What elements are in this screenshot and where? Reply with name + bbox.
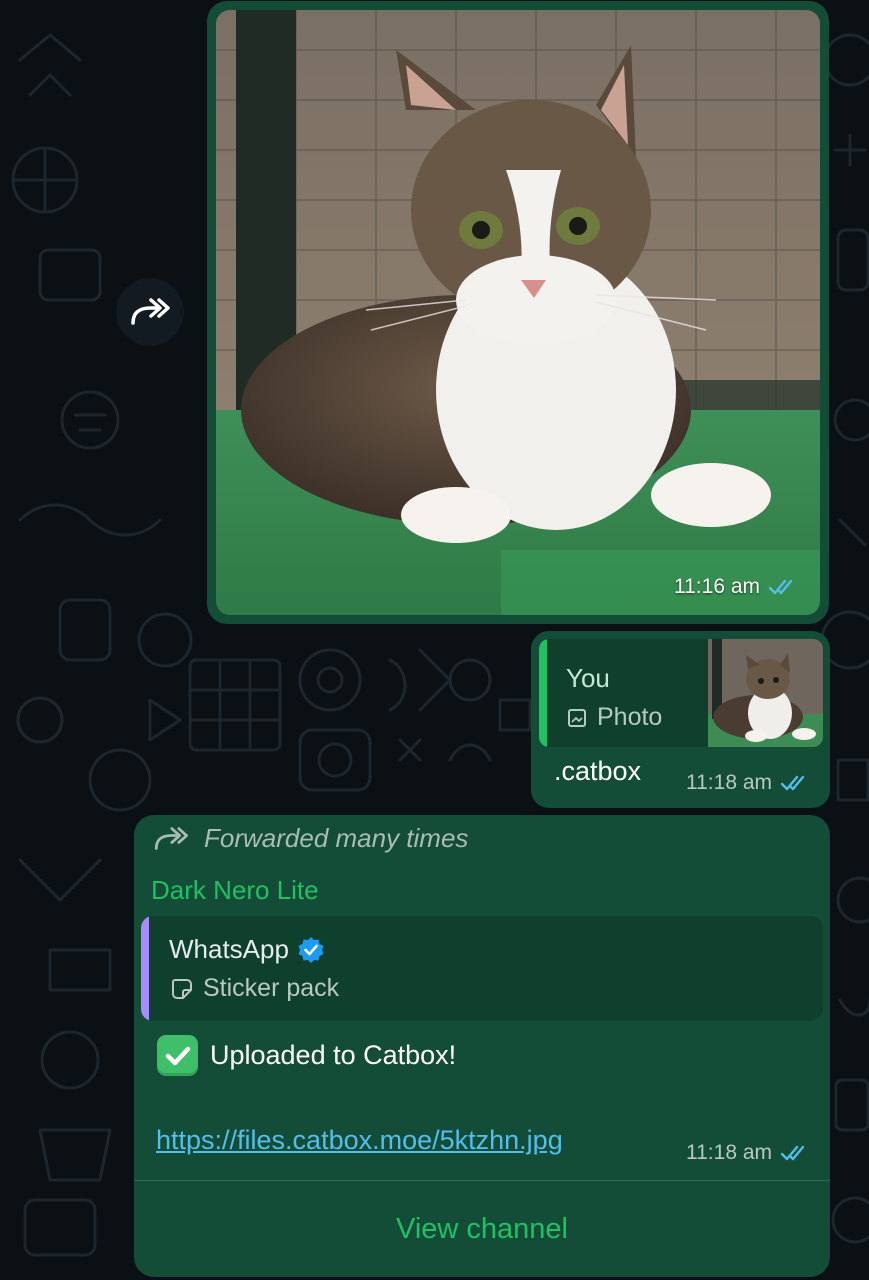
- reply-message[interactable]: You Photo .catbox 11:18 am: [531, 631, 830, 808]
- quote-accent-bar: [539, 639, 547, 747]
- photo-message-meta: 11:16 am: [674, 575, 798, 599]
- reply-message-text: .catbox: [554, 756, 642, 786]
- view-channel-button[interactable]: View channel: [134, 1181, 830, 1277]
- photo-message[interactable]: 11:16 am: [207, 1, 829, 624]
- reply-message-meta: 11:18 am: [686, 771, 810, 795]
- quoted-message[interactable]: You Photo: [539, 639, 823, 747]
- channel-message-time: 11:18 am: [686, 1141, 772, 1164]
- forwarded-label: Forwarded many times: [204, 823, 469, 853]
- sender-name[interactable]: Dark Nero Lite: [151, 875, 319, 906]
- quoted-sender: You: [566, 663, 610, 693]
- photo-message-time: 11:16 am: [674, 575, 760, 598]
- forward-icon: [131, 298, 170, 325]
- image-icon: [568, 708, 586, 727]
- forwarded-indicator: Forwarded many times: [152, 823, 468, 854]
- forwarded-channel-message[interactable]: Forwarded many times Dark Nero Lite What…: [134, 815, 830, 1277]
- forwarded-many-times-icon: [154, 826, 188, 850]
- white-check-mark-icon: [157, 1035, 198, 1076]
- card-title-row: WhatsApp: [169, 934, 325, 965]
- channel-card[interactable]: WhatsApp Sticker pack: [141, 916, 823, 1021]
- channel-message-meta: 11:18 am: [686, 1141, 810, 1165]
- upload-status: Uploaded to Catbox!: [157, 1035, 456, 1076]
- quoted-type-label: Photo: [597, 703, 663, 731]
- catbox-link[interactable]: https://files.catbox.moe/5ktzhn.jpg: [156, 1125, 563, 1156]
- reply-message-time: 11:18 am: [686, 771, 772, 794]
- double-check-icon: [780, 1145, 805, 1161]
- quoted-thumbnail: [708, 639, 823, 747]
- double-check-icon: [780, 775, 805, 791]
- cat-photo-image: [216, 10, 820, 615]
- forward-button[interactable]: [116, 278, 184, 346]
- upload-status-text: Uploaded to Catbox!: [210, 1040, 457, 1070]
- verified-badge-icon: [298, 936, 324, 963]
- card-subtitle: Sticker pack: [203, 974, 340, 1002]
- cat-photo[interactable]: 11:16 am: [216, 10, 820, 615]
- sticker-icon: [172, 978, 192, 999]
- card-subtitle-row: Sticker pack: [169, 974, 339, 1003]
- double-check-icon: [768, 579, 793, 595]
- card-accent-bar: [141, 916, 149, 1021]
- card-title: WhatsApp: [169, 934, 289, 964]
- quoted-type: Photo: [567, 703, 662, 732]
